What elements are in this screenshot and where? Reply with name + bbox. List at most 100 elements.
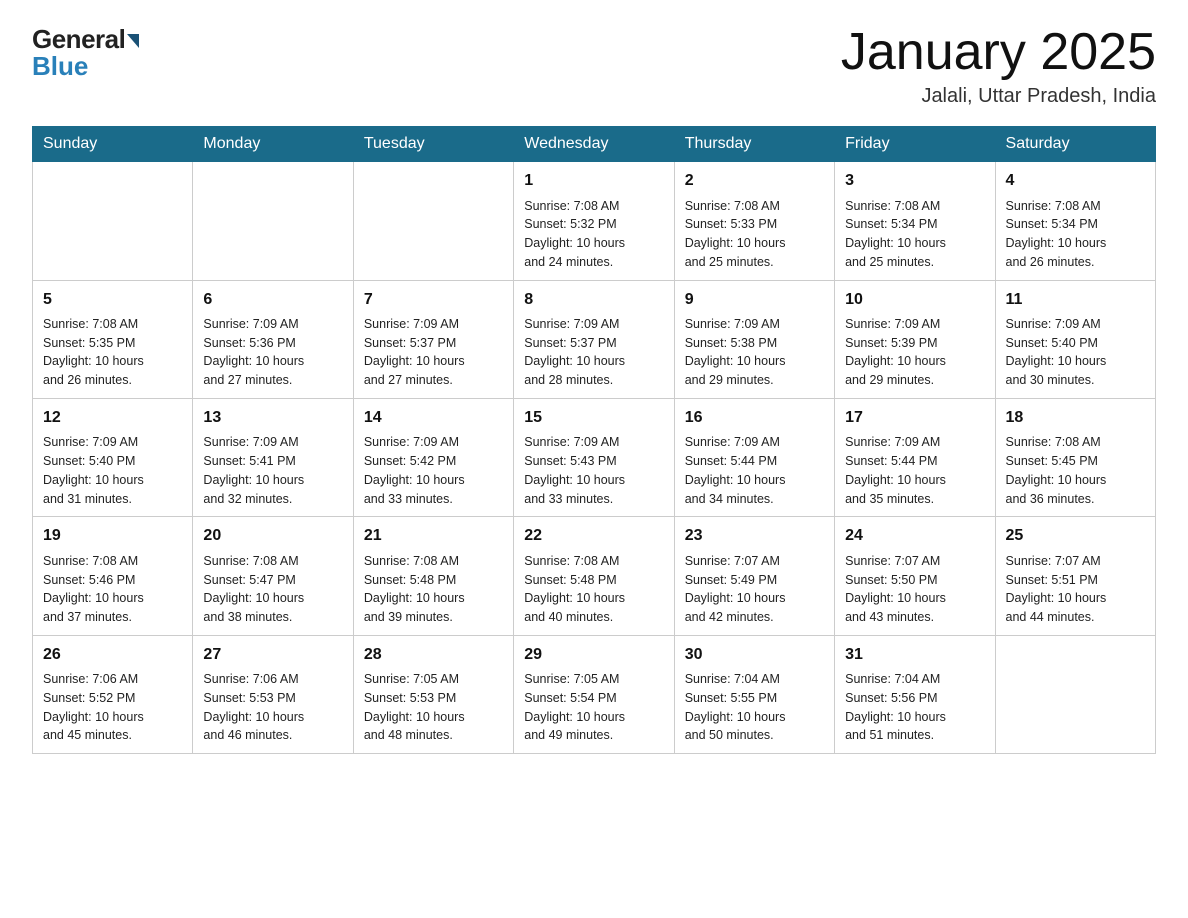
day-number: 10 bbox=[845, 289, 984, 311]
day-info: Sunrise: 7:08 AM Sunset: 5:32 PM Dayligh… bbox=[524, 197, 663, 272]
day-number: 7 bbox=[364, 289, 503, 311]
day-info: Sunrise: 7:08 AM Sunset: 5:48 PM Dayligh… bbox=[364, 552, 503, 627]
calendar-day-16: 16Sunrise: 7:09 AM Sunset: 5:44 PM Dayli… bbox=[674, 398, 834, 516]
calendar-empty-cell bbox=[33, 162, 193, 280]
day-number: 27 bbox=[203, 644, 342, 666]
day-number: 6 bbox=[203, 289, 342, 311]
day-number: 25 bbox=[1006, 525, 1145, 547]
month-title: January 2025 bbox=[841, 24, 1156, 81]
day-number: 29 bbox=[524, 644, 663, 666]
day-info: Sunrise: 7:04 AM Sunset: 5:56 PM Dayligh… bbox=[845, 670, 984, 745]
calendar-empty-cell bbox=[193, 162, 353, 280]
title-section: January 2025 Jalali, Uttar Pradesh, Indi… bbox=[841, 24, 1156, 108]
calendar-day-1: 1 Sunrise: 7:08 AM Sunset: 5:32 PM Daylig… bbox=[514, 162, 674, 280]
day-number: 19 bbox=[43, 525, 182, 547]
day-info: Sunrise: 7:09 AM Sunset: 5:39 PM Dayligh… bbox=[845, 315, 984, 390]
logo-arrow-icon bbox=[127, 34, 139, 48]
calendar-day-20: 20Sunrise: 7:08 AM Sunset: 5:47 PM Dayli… bbox=[193, 517, 353, 635]
calendar-day-3: 3Sunrise: 7:08 AM Sunset: 5:34 PM Daylig… bbox=[835, 162, 995, 280]
calendar-header-row: SundayMondayTuesdayWednesdayThursdayFrid… bbox=[33, 127, 1156, 162]
calendar-day-7: 7 Sunrise: 7:09 AM Sunset: 5:37 PM Daylig… bbox=[353, 280, 513, 398]
day-number: 30 bbox=[685, 644, 824, 666]
day-info: Sunrise: 7:07 AM Sunset: 5:51 PM Dayligh… bbox=[1006, 552, 1145, 627]
day-info: Sunrise: 7:06 AM Sunset: 5:53 PM Dayligh… bbox=[203, 670, 342, 745]
day-info: Sunrise: 7:07 AM Sunset: 5:50 PM Dayligh… bbox=[845, 552, 984, 627]
day-info: Sunrise: 7:09 AM Sunset: 5:43 PM Dayligh… bbox=[524, 433, 663, 508]
day-info: Sunrise: 7:08 AM Sunset: 5:46 PM Dayligh… bbox=[43, 552, 182, 627]
day-number: 15 bbox=[524, 407, 663, 429]
calendar-day-8: 8Sunrise: 7:09 AM Sunset: 5:37 PM Daylig… bbox=[514, 280, 674, 398]
location-label: Jalali, Uttar Pradesh, India bbox=[841, 85, 1156, 108]
calendar-day-31: 31 Sunrise: 7:04 AM Sunset: 5:56 PM Dayli… bbox=[835, 635, 995, 753]
day-number: 18 bbox=[1006, 407, 1145, 429]
calendar-week-row: 1 Sunrise: 7:08 AM Sunset: 5:32 PM Daylig… bbox=[33, 162, 1156, 280]
day-info: Sunrise: 7:08 AM Sunset: 5:34 PM Dayligh… bbox=[845, 197, 984, 272]
calendar-day-17: 17 Sunrise: 7:09 AM Sunset: 5:44 PM Dayli… bbox=[835, 398, 995, 516]
day-number: 11 bbox=[1006, 289, 1145, 311]
day-number: 21 bbox=[364, 525, 503, 547]
calendar-week-row: 26Sunrise: 7:06 AM Sunset: 5:52 PM Dayli… bbox=[33, 635, 1156, 753]
calendar-day-25: 25 Sunrise: 7:07 AM Sunset: 5:51 PM Dayli… bbox=[995, 517, 1155, 635]
calendar-day-4: 4 Sunrise: 7:08 AM Sunset: 5:34 PM Daylig… bbox=[995, 162, 1155, 280]
logo: General Blue bbox=[32, 24, 139, 82]
calendar-header-sunday: Sunday bbox=[33, 127, 193, 162]
day-number: 4 bbox=[1006, 170, 1145, 192]
day-number: 1 bbox=[524, 170, 663, 192]
calendar-day-24: 24 Sunrise: 7:07 AM Sunset: 5:50 PM Dayli… bbox=[835, 517, 995, 635]
day-number: 31 bbox=[845, 644, 984, 666]
day-info: Sunrise: 7:04 AM Sunset: 5:55 PM Dayligh… bbox=[685, 670, 824, 745]
calendar-day-22: 22 Sunrise: 7:08 AM Sunset: 5:48 PM Dayli… bbox=[514, 517, 674, 635]
calendar-day-13: 13 Sunrise: 7:09 AM Sunset: 5:41 PM Dayli… bbox=[193, 398, 353, 516]
calendar-week-row: 12 Sunrise: 7:09 AM Sunset: 5:40 PM Dayli… bbox=[33, 398, 1156, 516]
calendar-day-29: 29 Sunrise: 7:05 AM Sunset: 5:54 PM Dayli… bbox=[514, 635, 674, 753]
day-info: Sunrise: 7:07 AM Sunset: 5:49 PM Dayligh… bbox=[685, 552, 824, 627]
day-number: 2 bbox=[685, 170, 824, 192]
day-info: Sunrise: 7:09 AM Sunset: 5:44 PM Dayligh… bbox=[685, 433, 824, 508]
calendar-empty-cell bbox=[995, 635, 1155, 753]
calendar-day-11: 11 Sunrise: 7:09 AM Sunset: 5:40 PM Dayli… bbox=[995, 280, 1155, 398]
day-info: Sunrise: 7:08 AM Sunset: 5:34 PM Dayligh… bbox=[1006, 197, 1145, 272]
day-info: Sunrise: 7:09 AM Sunset: 5:37 PM Dayligh… bbox=[364, 315, 503, 390]
day-number: 24 bbox=[845, 525, 984, 547]
day-info: Sunrise: 7:08 AM Sunset: 5:47 PM Dayligh… bbox=[203, 552, 342, 627]
day-info: Sunrise: 7:09 AM Sunset: 5:44 PM Dayligh… bbox=[845, 433, 984, 508]
calendar-day-9: 9Sunrise: 7:09 AM Sunset: 5:38 PM Daylig… bbox=[674, 280, 834, 398]
calendar-week-row: 5Sunrise: 7:08 AM Sunset: 5:35 PM Daylig… bbox=[33, 280, 1156, 398]
calendar-day-23: 23 Sunrise: 7:07 AM Sunset: 5:49 PM Dayli… bbox=[674, 517, 834, 635]
calendar-table: SundayMondayTuesdayWednesdayThursdayFrid… bbox=[32, 126, 1156, 754]
calendar-day-19: 19 Sunrise: 7:08 AM Sunset: 5:46 PM Dayli… bbox=[33, 517, 193, 635]
day-info: Sunrise: 7:09 AM Sunset: 5:42 PM Dayligh… bbox=[364, 433, 503, 508]
day-info: Sunrise: 7:09 AM Sunset: 5:40 PM Dayligh… bbox=[1006, 315, 1145, 390]
day-info: Sunrise: 7:08 AM Sunset: 5:33 PM Dayligh… bbox=[685, 197, 824, 272]
calendar-day-26: 26Sunrise: 7:06 AM Sunset: 5:52 PM Dayli… bbox=[33, 635, 193, 753]
calendar-header-tuesday: Tuesday bbox=[353, 127, 513, 162]
calendar-empty-cell bbox=[353, 162, 513, 280]
day-info: Sunrise: 7:08 AM Sunset: 5:45 PM Dayligh… bbox=[1006, 433, 1145, 508]
day-info: Sunrise: 7:08 AM Sunset: 5:48 PM Dayligh… bbox=[524, 552, 663, 627]
day-number: 17 bbox=[845, 407, 984, 429]
calendar-day-21: 21 Sunrise: 7:08 AM Sunset: 5:48 PM Dayli… bbox=[353, 517, 513, 635]
day-info: Sunrise: 7:09 AM Sunset: 5:40 PM Dayligh… bbox=[43, 433, 182, 508]
day-info: Sunrise: 7:05 AM Sunset: 5:53 PM Dayligh… bbox=[364, 670, 503, 745]
calendar-week-row: 19 Sunrise: 7:08 AM Sunset: 5:46 PM Dayli… bbox=[33, 517, 1156, 635]
logo-blue-text: Blue bbox=[32, 51, 88, 82]
day-info: Sunrise: 7:05 AM Sunset: 5:54 PM Dayligh… bbox=[524, 670, 663, 745]
day-info: Sunrise: 7:09 AM Sunset: 5:41 PM Dayligh… bbox=[203, 433, 342, 508]
page-header: General Blue January 2025 Jalali, Uttar … bbox=[32, 24, 1156, 108]
day-info: Sunrise: 7:09 AM Sunset: 5:37 PM Dayligh… bbox=[524, 315, 663, 390]
day-number: 22 bbox=[524, 525, 663, 547]
calendar-day-28: 28 Sunrise: 7:05 AM Sunset: 5:53 PM Dayli… bbox=[353, 635, 513, 753]
day-number: 28 bbox=[364, 644, 503, 666]
calendar-header-friday: Friday bbox=[835, 127, 995, 162]
day-number: 12 bbox=[43, 407, 182, 429]
day-number: 26 bbox=[43, 644, 182, 666]
calendar-header-thursday: Thursday bbox=[674, 127, 834, 162]
day-number: 23 bbox=[685, 525, 824, 547]
calendar-day-6: 6 Sunrise: 7:09 AM Sunset: 5:36 PM Daylig… bbox=[193, 280, 353, 398]
day-info: Sunrise: 7:09 AM Sunset: 5:36 PM Dayligh… bbox=[203, 315, 342, 390]
calendar-day-18: 18 Sunrise: 7:08 AM Sunset: 5:45 PM Dayli… bbox=[995, 398, 1155, 516]
calendar-day-27: 27 Sunrise: 7:06 AM Sunset: 5:53 PM Dayli… bbox=[193, 635, 353, 753]
day-number: 13 bbox=[203, 407, 342, 429]
day-number: 14 bbox=[364, 407, 503, 429]
calendar-day-12: 12 Sunrise: 7:09 AM Sunset: 5:40 PM Dayli… bbox=[33, 398, 193, 516]
